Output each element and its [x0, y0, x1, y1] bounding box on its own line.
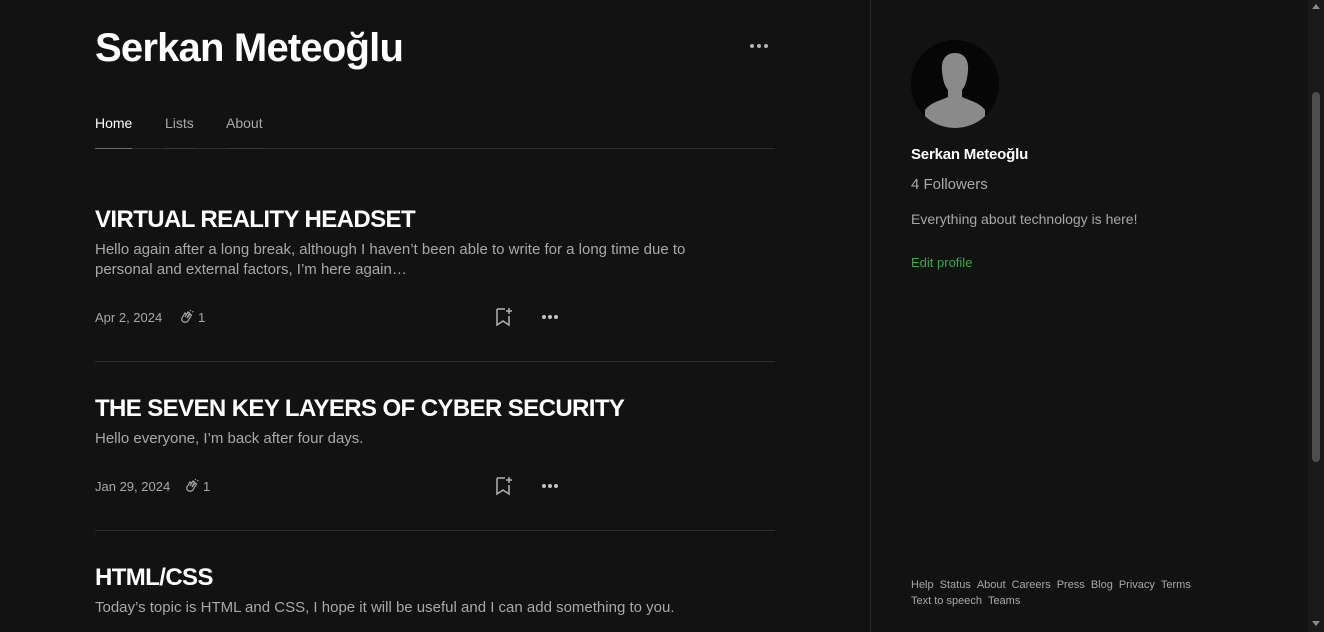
more-horizontal-icon	[542, 315, 546, 319]
post-divider	[95, 361, 775, 362]
footer-link-blog[interactable]: Blog	[1091, 577, 1113, 593]
vertical-scrollbar[interactable]	[1308, 0, 1324, 632]
post-title[interactable]: HTML/CSS	[95, 563, 775, 593]
profile-bio: Everything about technology is here!	[911, 211, 1138, 227]
post-excerpt[interactable]: Hello again after a long break, although…	[95, 240, 735, 280]
clap-icon	[181, 309, 194, 323]
post-excerpt[interactable]: Today’s topic is HTML and CSS, I hope it…	[95, 598, 735, 618]
profile-tabs: Home Lists About	[95, 108, 775, 149]
clap-button[interactable]: 1	[184, 478, 210, 494]
clap-icon	[186, 478, 199, 492]
bookmark-add-icon[interactable]	[494, 474, 514, 498]
more-horizontal-icon	[542, 484, 546, 488]
profile-page: Serkan Meteoğlu Home Lists About VIRTUAL…	[0, 0, 1324, 632]
more-dot	[757, 44, 761, 48]
post-title[interactable]: THE SEVEN KEY LAYERS OF CYBER SECURITY	[95, 394, 775, 424]
footer-link-teams[interactable]: Teams	[988, 593, 1020, 609]
avatar[interactable]	[911, 40, 999, 128]
clap-count: 1	[198, 309, 206, 325]
more-dot	[554, 315, 558, 319]
post-title[interactable]: VIRTUAL REALITY HEADSET	[95, 205, 775, 235]
more-options-button[interactable]	[748, 36, 770, 56]
profile-sidebar: Serkan Meteoğlu 4 Followers Everything a…	[870, 0, 1309, 632]
footer-link-terms[interactable]: Terms	[1161, 577, 1191, 593]
edit-profile-link[interactable]: Edit profile	[911, 255, 972, 270]
post-date: Jan 29, 2024	[95, 478, 171, 494]
page-title: Serkan Meteoğlu	[95, 26, 404, 70]
scroll-down-arrow-icon[interactable]	[1312, 621, 1320, 626]
footer-link-about[interactable]: About	[977, 577, 1006, 593]
tab-lists[interactable]: Lists	[165, 115, 194, 149]
post-date: Apr 2, 2024	[95, 309, 163, 325]
post-card: HTML/CSS Today’s topic is HTML and CSS, …	[95, 563, 775, 618]
post-more-button[interactable]	[541, 478, 559, 494]
post-meta: Jan 29, 2024 1	[95, 474, 565, 498]
footer-link-careers[interactable]: Careers	[1012, 577, 1051, 593]
post-divider	[95, 530, 775, 531]
main-column: Serkan Meteoğlu Home Lists About VIRTUAL…	[0, 0, 870, 632]
more-dot	[548, 315, 552, 319]
footer-link-text-to-speech[interactable]: Text to speech	[911, 593, 982, 609]
post-more-button[interactable]	[541, 309, 559, 325]
post-card: VIRTUAL REALITY HEADSET Hello again afte…	[95, 205, 775, 280]
post-card: THE SEVEN KEY LAYERS OF CYBER SECURITY H…	[95, 394, 775, 449]
default-user-icon	[911, 40, 999, 128]
footer-link-press[interactable]: Press	[1057, 577, 1085, 593]
post-meta: Apr 2, 2024 1	[95, 305, 565, 329]
tab-home[interactable]: Home	[95, 115, 133, 149]
footer-link-status[interactable]: Status	[940, 577, 971, 593]
sidebar-profile-name[interactable]: Serkan Meteoğlu	[911, 146, 1028, 163]
more-dot	[764, 44, 768, 48]
bookmark-add-icon[interactable]	[494, 305, 514, 329]
footer-link-help[interactable]: Help	[911, 577, 934, 593]
clap-count: 1	[203, 478, 211, 494]
followers-count[interactable]: 4 Followers	[911, 176, 988, 193]
scrollbar-thumb[interactable]	[1312, 92, 1320, 462]
footer-links: Help Status About Careers Press Blog Privacy Te…	[911, 577, 1231, 609]
more-dot	[548, 484, 552, 488]
tab-about[interactable]: About	[226, 115, 263, 149]
clap-button[interactable]: 1	[179, 309, 205, 325]
more-dot	[554, 484, 558, 488]
footer-link-privacy[interactable]: Privacy	[1119, 577, 1155, 593]
scroll-up-arrow-icon[interactable]	[1312, 4, 1320, 9]
more-horizontal-icon	[750, 44, 754, 48]
post-excerpt[interactable]: Hello everyone, I’m back after four days…	[95, 429, 735, 449]
